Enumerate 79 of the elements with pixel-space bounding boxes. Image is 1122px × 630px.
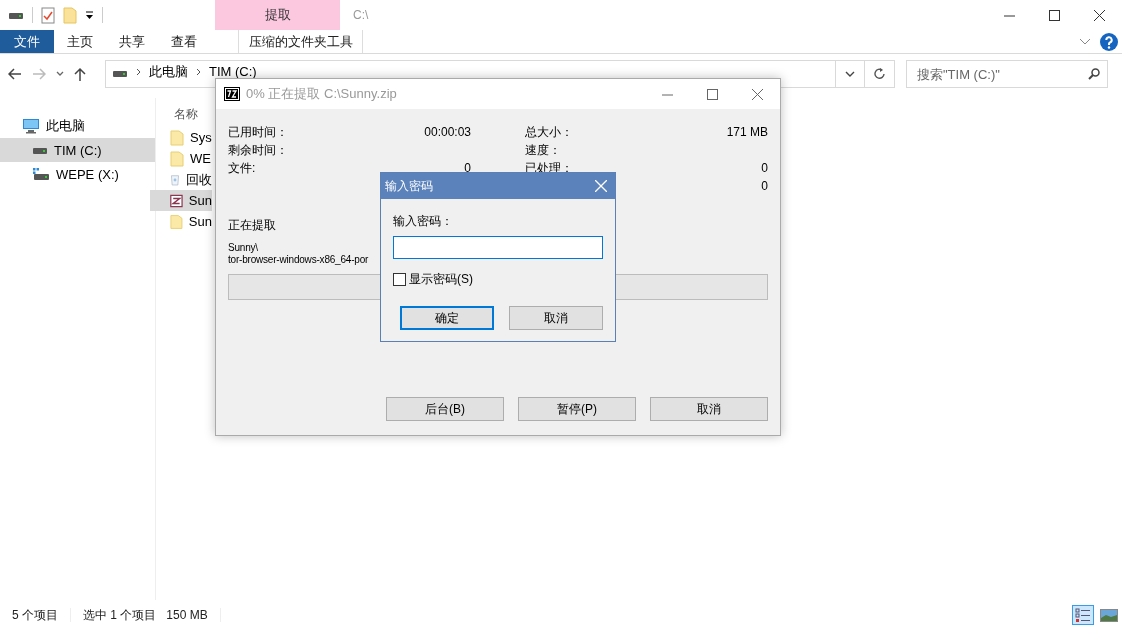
image-icon	[1100, 608, 1118, 622]
folder-icon	[170, 150, 184, 167]
column-header[interactable]: 名称	[174, 101, 198, 127]
status-label: 正在提取	[228, 217, 276, 234]
stat-value: 0	[761, 161, 768, 175]
stat-label: 速度：	[525, 141, 561, 159]
maximize-icon[interactable]	[1049, 9, 1060, 21]
refresh-button[interactable]	[865, 60, 895, 88]
computer-icon	[22, 118, 40, 134]
field-label: 输入密码：	[393, 213, 454, 230]
file-name: Sys	[190, 130, 212, 145]
file-name: 回收	[186, 170, 212, 189]
list-icon	[1075, 608, 1091, 622]
checkbox[interactable]	[393, 273, 406, 286]
file-path: Sunny\	[228, 242, 258, 254]
app-icon	[224, 87, 240, 101]
stat-label: 总大小：	[525, 123, 573, 141]
help-icon[interactable]	[1100, 32, 1118, 51]
recent-locations-icon[interactable]	[56, 71, 64, 77]
stat-value: 171 MB	[726, 125, 768, 139]
folder-icon	[170, 129, 184, 146]
ribbon-tab[interactable]: 压缩的文件夹工具	[238, 30, 363, 53]
ribbon-tab[interactable]: 查看	[158, 30, 210, 53]
file-name: Sun	[188, 193, 212, 208]
details-view-button[interactable]	[1072, 605, 1094, 625]
navigation-item[interactable]: TIM (C:)	[0, 138, 155, 162]
stat-label: 文件:	[228, 159, 256, 177]
dialog-title: 输入密码	[385, 177, 433, 195]
file-path: tor-browser-windows-x86_64-por	[228, 254, 369, 266]
ribbon-tab[interactable]: 共享	[106, 30, 158, 53]
drive-icon	[112, 68, 128, 78]
contextual-tab-label: 提取	[215, 0, 340, 30]
drive-icon	[32, 145, 48, 155]
stat-value: 0	[464, 161, 471, 175]
chevron-icon	[136, 68, 141, 76]
navigation-label: TIM (C:)	[54, 142, 102, 158]
item-count: 5 个项目	[12, 606, 58, 624]
close-icon[interactable]	[752, 88, 763, 100]
file-item[interactable]: Sun	[150, 190, 212, 211]
ribbon-tab[interactable]: 主页	[54, 30, 106, 53]
dialog-button[interactable]: 取消	[650, 397, 768, 421]
breadcrumb[interactable]: TIM (C:)	[209, 64, 257, 79]
file-menu-button[interactable]: 文件	[0, 30, 54, 53]
selection-count: 选中 1 个项目	[83, 606, 157, 624]
stat-value: 0	[761, 179, 768, 193]
back-icon[interactable]	[8, 68, 22, 80]
window-title: C:\	[353, 8, 370, 22]
stat-label: 剩余时间：	[228, 141, 288, 159]
file-item[interactable]: Sun	[150, 211, 212, 232]
folder-icon	[170, 213, 183, 230]
dialog-button[interactable]: 暂停(P)	[518, 397, 636, 421]
breadcrumb[interactable]: 此电脑	[149, 64, 188, 79]
navigation-label: 此电脑	[46, 117, 85, 135]
checklist-icon[interactable]	[41, 6, 55, 24]
stat-value: 00:00:03	[424, 125, 471, 139]
password-field[interactable]	[393, 236, 603, 259]
expand-ribbon-icon[interactable]	[1080, 38, 1090, 45]
up-icon[interactable]	[74, 67, 86, 81]
drive-icon[interactable]	[8, 10, 24, 20]
stat-label: 已用时间：	[228, 123, 288, 141]
archive-icon	[170, 192, 183, 209]
chevron-icon	[196, 68, 201, 76]
dialog-button[interactable]: 取消	[509, 306, 603, 330]
close-icon[interactable]	[1094, 9, 1105, 21]
refresh-icon	[873, 67, 886, 81]
file-name: Sun	[188, 214, 212, 229]
checkbox-label[interactable]: 显示密码(S)	[409, 271, 473, 288]
navigation-label: WEPE (X:)	[56, 166, 119, 182]
dialog-button[interactable]: 确定	[400, 306, 494, 330]
file-name: WE	[190, 151, 211, 166]
dropdown-icon[interactable]	[845, 71, 855, 77]
search-field[interactable]: 搜索"TIM (C:)"	[906, 60, 1108, 88]
window-title: 0% 正在提取 C:\Sunny.zip	[246, 85, 397, 103]
maximize-icon[interactable]	[707, 88, 718, 100]
drive-icon	[32, 167, 50, 181]
search-icon	[1088, 68, 1100, 80]
dropdown-icon[interactable]	[85, 10, 94, 20]
selection-size: 150 MB	[166, 608, 208, 622]
dialog-button[interactable]: 后台(B)	[386, 397, 504, 421]
